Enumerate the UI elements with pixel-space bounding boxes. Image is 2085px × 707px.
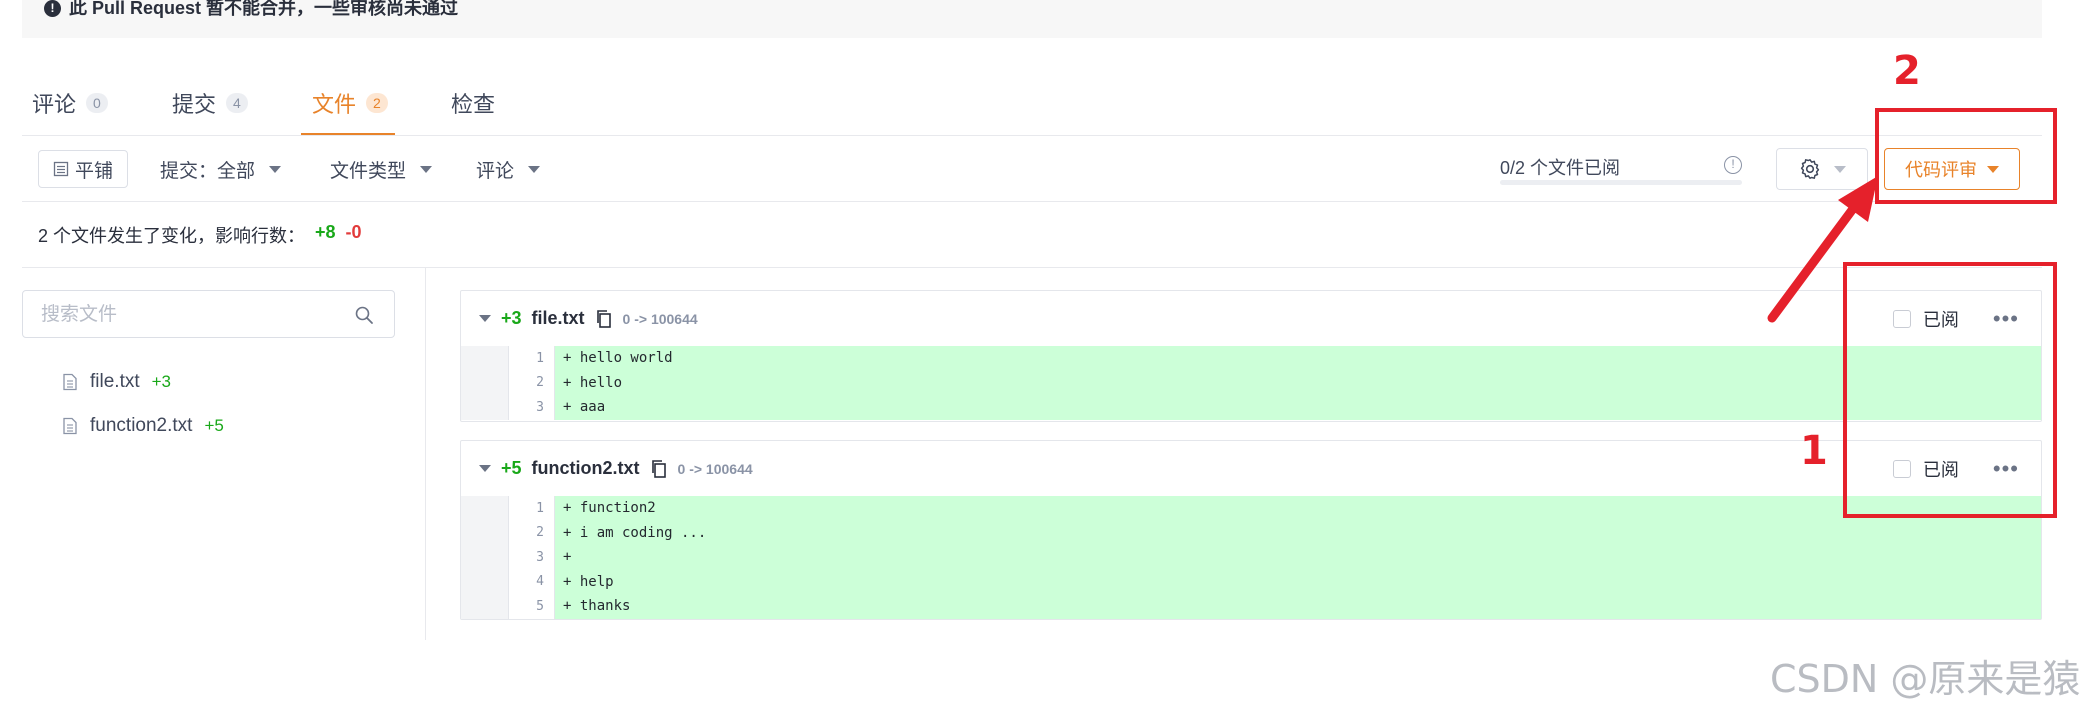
tab-count: 0 xyxy=(86,93,108,113)
chevron-down-icon xyxy=(269,165,282,173)
tab-count: 4 xyxy=(226,93,248,113)
annotation-box-review xyxy=(1875,108,2057,204)
diff-file-mode: 0 -> 100644 xyxy=(677,460,753,477)
change-summary: 2 个文件发生了变化，影响行数： +8 -0 xyxy=(38,222,362,248)
file-icon xyxy=(63,417,77,435)
tab-label: 评论 xyxy=(32,92,77,117)
collapse-toggle-icon[interactable] xyxy=(479,315,491,322)
diff-line: 2 + hello xyxy=(461,370,2041,395)
diff-file-mode: 0 -> 100644 xyxy=(622,310,698,327)
commits-filter-dropdown[interactable]: 提交：全部 xyxy=(160,155,282,183)
line-text: + function2 xyxy=(563,500,656,517)
file-search[interactable] xyxy=(22,290,395,338)
tab-label: 提交 xyxy=(172,92,217,117)
line-number: 5 xyxy=(509,594,555,619)
sidebar-file-name: file.txt xyxy=(90,371,140,392)
line-text: + hello world xyxy=(563,350,673,367)
annotation-label-1: 1 xyxy=(1800,428,1828,474)
search-icon[interactable] xyxy=(354,305,374,325)
line-number: 3 xyxy=(509,545,555,570)
line-text: + aaa xyxy=(563,399,606,416)
sidebar-file-additions: +3 xyxy=(151,372,172,391)
comments-filter-dropdown[interactable]: 评论 xyxy=(476,155,541,183)
tab-label: 检查 xyxy=(451,92,496,117)
collapse-toggle-icon[interactable] xyxy=(479,465,491,472)
line-text: + xyxy=(563,549,572,566)
tab-count: 2 xyxy=(366,93,388,113)
tab-checks[interactable]: 检查 xyxy=(451,88,495,118)
commits-filter-label: 提交：全部 xyxy=(160,160,256,182)
copy-icon[interactable] xyxy=(650,459,668,479)
line-number: 1 xyxy=(509,346,555,371)
line-number: 2 xyxy=(509,520,555,545)
change-summary-text: 2 个文件发生了变化，影响行数： xyxy=(38,226,306,246)
total-deletions: -0 xyxy=(345,222,362,242)
layout-flat-label: 平铺 xyxy=(74,160,113,182)
chevron-down-icon xyxy=(420,165,433,173)
copy-icon[interactable] xyxy=(595,309,613,329)
toolbar-divider xyxy=(22,201,2042,202)
diff-line: 4 + help xyxy=(461,569,2041,594)
sidebar-file-additions: +5 xyxy=(204,416,224,435)
diff-line: 1 + hello world xyxy=(461,346,2041,371)
viewed-progress-bar xyxy=(1500,180,1742,185)
summary-divider xyxy=(22,267,2042,268)
diff-line: 5 + thanks xyxy=(461,594,2041,619)
diff-line: 3 + xyxy=(461,545,2041,570)
file-icon xyxy=(63,373,77,391)
diff-line: 3 + aaa xyxy=(461,395,2041,420)
line-number: 4 xyxy=(509,569,555,594)
sidebar-file-item[interactable]: function2.txt +5 xyxy=(62,412,224,440)
tabs-divider xyxy=(22,135,2042,136)
tab-commits[interactable]: 提交 4 xyxy=(172,88,248,118)
layout-flat-button[interactable]: 平铺 xyxy=(38,150,128,188)
watermark: CSDN @原来是猿 xyxy=(1770,657,2081,701)
annotation-label-2: 2 xyxy=(1893,48,1921,94)
info-icon: ! xyxy=(44,0,61,17)
line-number: 1 xyxy=(509,496,555,521)
diff-file-name: file.txt xyxy=(531,308,585,328)
diff-line: 2 + i am coding ... xyxy=(461,520,2041,545)
tab-label: 文件 xyxy=(312,92,357,117)
diff-additions: +5 xyxy=(501,458,522,478)
tab-comments[interactable]: 评论 0 xyxy=(32,88,108,118)
file-type-dropdown[interactable]: 文件类型 xyxy=(330,155,433,183)
diff-file-name: function2.txt xyxy=(531,458,640,478)
line-number: 3 xyxy=(509,395,555,420)
comments-filter-label: 评论 xyxy=(476,160,515,182)
diff-line: 1 + function2 xyxy=(461,496,2041,521)
annotation-arrow xyxy=(1767,176,1878,323)
merge-warning: ! 此 Pull Request 暂不能合并，一些审核尚未通过 xyxy=(44,0,459,18)
tab-files[interactable]: 文件 2 xyxy=(312,88,388,118)
diff-code: 1 + function2 2 + i am coding ... 3 + 4 + he… xyxy=(461,496,2041,619)
merge-warning-text: 此 Pull Request 暂不能合并，一些审核尚未通过 xyxy=(69,0,459,18)
line-number: 2 xyxy=(509,370,555,395)
list-icon xyxy=(53,161,69,177)
sidebar-file-item[interactable]: file.txt +3 xyxy=(62,368,171,396)
line-text: + hello xyxy=(563,374,623,391)
file-type-label: 文件类型 xyxy=(330,160,407,182)
info-icon[interactable]: ! xyxy=(1724,156,1742,174)
viewed-progress-text: 0/2 个文件已阅 xyxy=(1500,158,1621,178)
line-text: + help xyxy=(563,573,614,590)
diff-code: 1 + hello world 2 + hello 3 + aaa xyxy=(461,346,2041,420)
sidebar-divider xyxy=(425,268,426,640)
sidebar-file-name: function2.txt xyxy=(90,415,193,436)
search-input[interactable] xyxy=(41,303,341,327)
total-additions: +8 xyxy=(315,222,336,242)
chevron-down-icon xyxy=(528,165,541,173)
line-text: + thanks xyxy=(563,598,631,615)
line-text: + i am coding ... xyxy=(563,524,707,541)
diff-additions: +3 xyxy=(501,308,522,328)
